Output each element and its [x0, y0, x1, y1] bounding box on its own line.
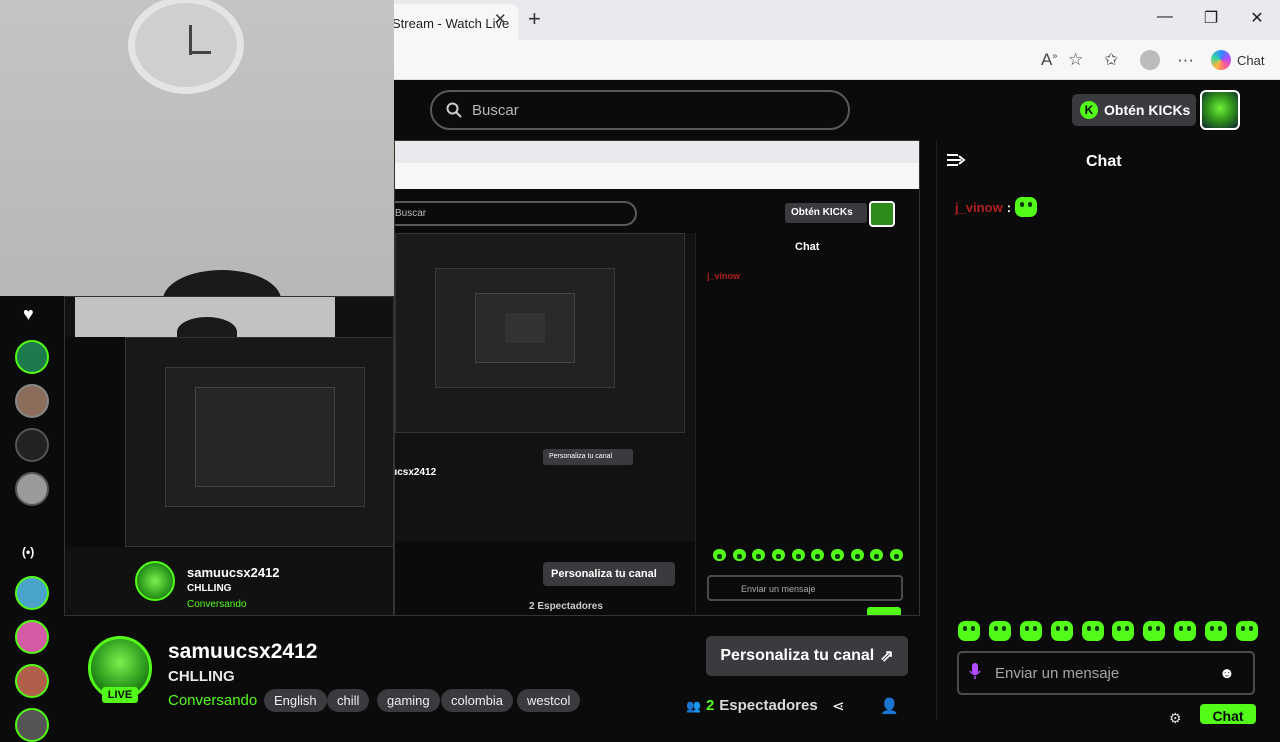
nested-avatar	[869, 201, 895, 227]
viewers-label: Espectadores	[719, 697, 818, 714]
chat-username[interactable]: j_vinow	[955, 200, 1003, 215]
emote-button[interactable]	[1050, 621, 1073, 641]
search-box[interactable]	[430, 90, 850, 130]
emote-button[interactable]	[1174, 621, 1197, 641]
nested-screen-2: samuucsx2412 Personaliza tu canal	[395, 233, 695, 541]
nested-chat-user: j_vinow	[707, 271, 741, 281]
share-icon[interactable]: ⋖	[832, 697, 845, 715]
nested-category-mid: Conversando	[187, 599, 247, 610]
chat-emote	[1015, 197, 1038, 217]
live-channels-icon: (•)	[22, 545, 35, 559]
copilot-label: Chat	[1237, 52, 1265, 68]
tab-title: Stream - Watch Live	[392, 16, 510, 31]
followed-channel-4[interactable]	[15, 472, 49, 506]
nested-chat-send	[867, 607, 901, 615]
chat-message: j_vinow:	[955, 197, 1038, 217]
read-aloud-icon[interactable]: A»	[1041, 50, 1057, 70]
viewer-count: 👥 2 Espectadores	[686, 697, 818, 714]
get-kicks-button[interactable]: K Obtén KICKs	[1072, 94, 1196, 126]
followed-channel-2[interactable]	[15, 384, 49, 418]
nested-customize: Personaliza tu canal	[543, 562, 675, 586]
emote-button[interactable]	[1081, 621, 1104, 641]
emote-button[interactable]	[1112, 621, 1135, 641]
nested-avatar-mid	[135, 561, 175, 601]
emote-button[interactable]	[1143, 621, 1166, 641]
tag-chip[interactable]: westcol	[517, 689, 581, 712]
followed-channel-1[interactable]	[15, 340, 49, 374]
viewers-number: 2	[705, 697, 715, 714]
nested-chat-input: Enviar un mensaje	[707, 575, 903, 601]
webcam-overlay	[0, 0, 394, 296]
external-link-icon: ⇗	[880, 648, 894, 665]
tag-chip[interactable]: colombia	[441, 689, 514, 712]
emote-button[interactable]	[1235, 621, 1258, 641]
profile-icon[interactable]	[1140, 50, 1160, 70]
chat-message-input[interactable]	[995, 664, 1205, 682]
nested-search: Buscar	[395, 201, 637, 226]
recommended-channel-2[interactable]	[15, 620, 49, 654]
live-badge: LIVE	[102, 687, 138, 703]
tag-chip[interactable]: gaming	[377, 689, 440, 712]
more-menu-icon[interactable]: ···	[1177, 50, 1194, 70]
user-avatar[interactable]	[1200, 90, 1240, 130]
recommended-channel-3[interactable]	[15, 664, 49, 698]
tag-chip[interactable]: English	[264, 689, 327, 712]
followed-channel-3[interactable]	[15, 428, 49, 462]
emote-quick-bar	[958, 621, 1258, 641]
copilot-icon	[1211, 50, 1231, 70]
new-tab-button[interactable]: +	[528, 6, 541, 32]
emote-button[interactable]	[958, 621, 980, 641]
stream-category[interactable]: Conversando	[168, 692, 257, 709]
nested-viewers: 2 Espectadores	[529, 601, 603, 612]
nested-address-bar	[395, 163, 919, 189]
favorite-star-icon[interactable]: ☆	[1068, 50, 1083, 70]
favorites-icon[interactable]: ✩	[1104, 50, 1118, 70]
nested-title-mid: CHLLING	[187, 583, 232, 594]
chat-separator: :	[1006, 199, 1012, 215]
nested-screen-left: samuucsx2412 CHLLING Conversando	[64, 296, 394, 616]
chair	[163, 270, 281, 296]
viewers-icon: 👥	[686, 698, 701, 713]
restore-button[interactable]: ❐	[1196, 8, 1226, 28]
customize-label: Personaliza tu canal	[720, 647, 875, 664]
copilot-chat-button[interactable]: Chat	[1203, 47, 1273, 73]
channel-name[interactable]: samuucsx2412	[168, 640, 317, 664]
chat-send-button[interactable]: Chat	[1200, 704, 1256, 724]
follow-icon[interactable]: 👤	[880, 697, 899, 715]
customize-channel-button[interactable]: Personaliza tu canal ⇗	[706, 636, 908, 676]
nested2-customize: Personaliza tu canal	[543, 449, 633, 465]
search-icon	[446, 102, 462, 118]
emote-button[interactable]	[1205, 621, 1227, 641]
heart-icon[interactable]: ♥	[23, 304, 34, 325]
kicks-coin-icon: K	[1080, 101, 1098, 119]
get-kicks-label: Obtén KICKs	[1104, 102, 1191, 118]
nested-kicks: Obtén KICKs	[785, 203, 867, 223]
chat-title: Chat	[1086, 153, 1122, 170]
search-input[interactable]	[472, 101, 812, 119]
nested-screen-1: Buscar Obtén KICKs Chat j_vinow samuucsx…	[394, 140, 920, 616]
recommended-channel-4[interactable]	[15, 708, 49, 742]
chat-input-box[interactable]: ☻	[957, 651, 1255, 695]
emote-button[interactable]	[988, 621, 1011, 641]
nested-chat-title: Chat	[795, 241, 820, 253]
nested-emote-row	[713, 549, 903, 563]
emoji-icon[interactable]: ☻	[1219, 665, 1235, 682]
nested2-channel: samuucsx2412	[395, 467, 437, 478]
stream-title: CHLLING	[168, 668, 235, 685]
collapse-chat-icon[interactable]	[946, 152, 966, 174]
emote-button[interactable]	[1019, 621, 1042, 641]
nested-channel-mid: samuucsx2412	[187, 565, 280, 580]
minimize-button[interactable]: —	[1150, 8, 1180, 26]
close-window-button[interactable]: ✕	[1242, 8, 1272, 28]
left-sidebar: ♥ (•)	[0, 296, 64, 742]
tab-close-icon[interactable]: ✕	[494, 10, 507, 28]
wall-clock	[128, 0, 244, 94]
chat-settings-icon[interactable]: ⚙	[1169, 710, 1182, 727]
microphone-icon[interactable]	[969, 662, 981, 685]
recommended-channel-1[interactable]	[15, 576, 49, 610]
tag-chip[interactable]: chill	[327, 689, 370, 712]
